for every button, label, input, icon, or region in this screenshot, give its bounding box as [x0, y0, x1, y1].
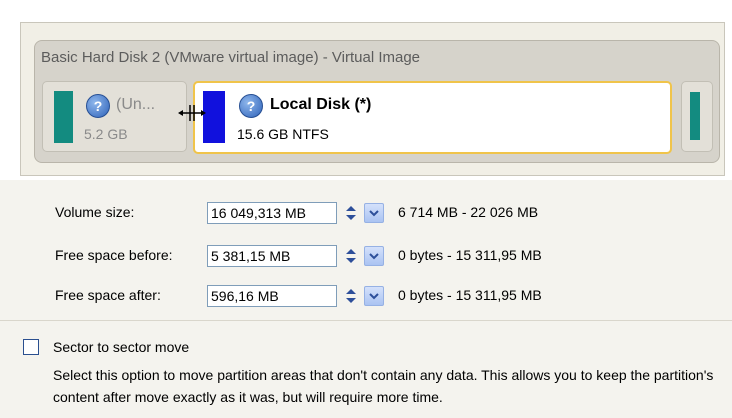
free-space-before-units-dropdown[interactable] — [364, 246, 384, 266]
volume-size-input[interactable]: 16 049,313 MB — [207, 202, 337, 224]
divider — [0, 320, 732, 321]
sector-to-sector-label[interactable]: Sector to sector move — [53, 339, 189, 355]
free-space-before-range: 0 bytes - 15 311,95 MB — [398, 247, 542, 263]
partition-unallocated-size: 5.2 GB — [84, 126, 128, 142]
partition-local-disk-name: Local Disk (*) — [270, 96, 372, 113]
free-space-after-range: 0 bytes - 15 311,95 MB — [398, 287, 542, 303]
help-icon: ? — [239, 94, 263, 118]
partition-right-color-bar — [690, 92, 700, 140]
volume-size-spinner[interactable] — [342, 202, 360, 224]
partition-local-disk-size: 15.6 GB NTFS — [237, 126, 329, 142]
volume-size-label: Volume size: — [55, 204, 135, 220]
free-space-before-spinner[interactable] — [342, 245, 360, 267]
chevron-down-icon — [369, 253, 379, 260]
partition-unallocated-name: (Un... — [116, 96, 156, 113]
chevron-down-icon — [369, 210, 379, 217]
partition-local-disk[interactable] — [193, 81, 672, 154]
chevron-down-icon — [369, 293, 379, 300]
free-space-after-spinner[interactable] — [342, 285, 360, 307]
free-space-after-units-dropdown[interactable] — [364, 286, 384, 306]
help-icon: ? — [86, 94, 110, 118]
partition-unallocated-color-bar — [54, 91, 73, 143]
volume-size-units-dropdown[interactable] — [364, 203, 384, 223]
volume-size-range: 6 714 MB - 22 026 MB — [398, 204, 539, 220]
free-space-before-label: Free space before: — [55, 247, 173, 263]
sector-to-sector-description: Select this option to move partition are… — [53, 367, 714, 405]
free-space-before-input[interactable]: 5 381,15 MB — [207, 245, 337, 267]
disk-title: Basic Hard Disk 2 (VMware virtual image)… — [41, 49, 421, 66]
move-cursor-icon — [178, 105, 206, 121]
sector-to-sector-checkbox[interactable] — [23, 339, 39, 355]
free-space-after-label: Free space after: — [55, 287, 161, 303]
free-space-after-input[interactable]: 596,16 MB — [207, 285, 337, 307]
